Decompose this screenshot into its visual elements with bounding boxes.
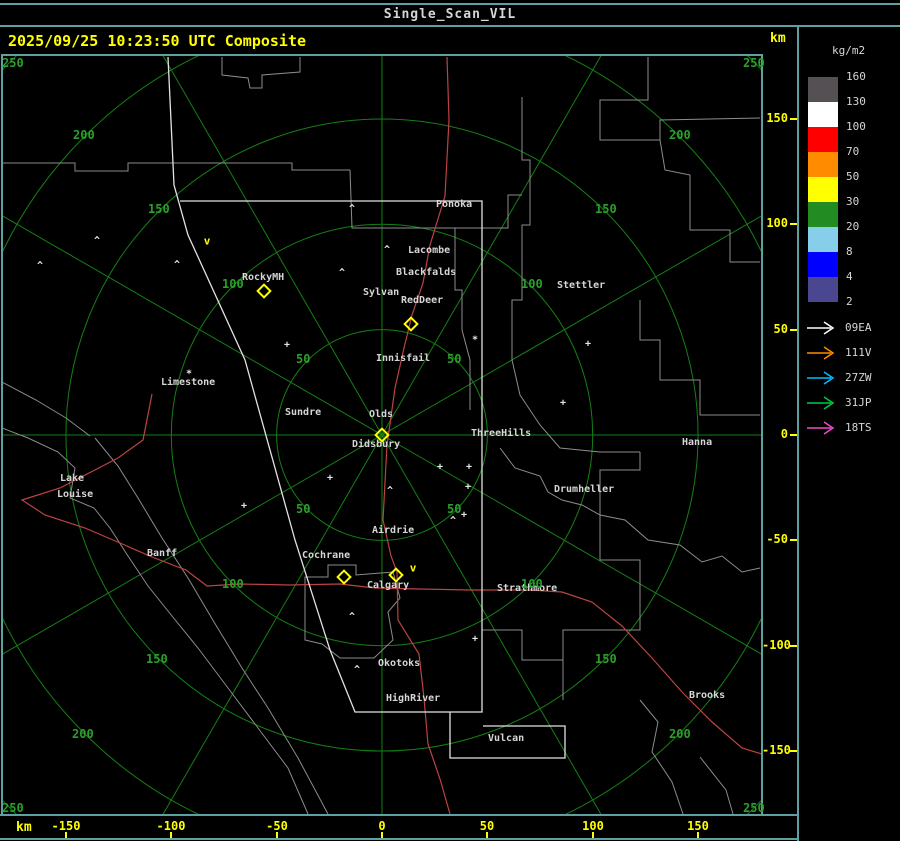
bottom-axis-tick-label: -150: [51, 819, 81, 833]
radar-coverage-boundary: [449, 712, 566, 759]
legend-value: 130: [846, 95, 866, 108]
range-ring: [3, 56, 761, 814]
right-axis-tick-label: 0: [780, 427, 788, 441]
radar-site-id: 18TS: [845, 421, 872, 434]
right-axis-tick: [790, 434, 797, 436]
bottom-axis-top-rule: [0, 814, 798, 816]
legend-swatch: [808, 152, 838, 177]
bottom-axis-tick: [276, 832, 278, 838]
legend-value: 20: [846, 220, 860, 233]
radial-line: [162, 434, 383, 814]
county-boundary-line: [221, 57, 301, 89]
radar-app-window: Single_Scan_VIL 2025/09/25 10:23:50 UTC …: [0, 0, 900, 841]
radial-line: [3, 434, 383, 655]
radar-site-id: 31JP: [845, 396, 872, 409]
legend-value: 8: [846, 245, 853, 258]
legend-swatch: [808, 177, 838, 202]
right-axis-tick: [790, 539, 797, 541]
bottom-axis-bottom-rule: [0, 838, 798, 840]
radial-line: [381, 434, 602, 814]
bottom-axis-tick-label: -50: [266, 819, 288, 833]
right-axis-tick: [790, 329, 797, 331]
county-boundary-line: [3, 427, 309, 814]
radial-line: [381, 434, 761, 655]
county-boundary-line: [659, 139, 760, 263]
radial-line: [162, 56, 383, 436]
radial-line: [381, 56, 602, 436]
bottom-axis-tick-label: 150: [687, 819, 709, 833]
right-axis-tick: [790, 750, 797, 752]
bottom-axis-tick: [170, 832, 172, 838]
right-axis-tick-label: 100: [766, 216, 788, 230]
legend-value: 160: [846, 70, 866, 83]
legend-swatch: [808, 102, 838, 127]
radar-site-arrow: [807, 321, 835, 335]
legend-value: 70: [846, 145, 860, 158]
radar-site-arrow: [807, 421, 835, 435]
county-boundary-line: [454, 228, 471, 410]
right-axis-tick: [790, 118, 797, 120]
radar-site-arrow: [807, 346, 835, 360]
bottom-axis-tick-label: 0: [378, 819, 386, 833]
county-boundary-line: [3, 381, 91, 437]
legend-value: 50: [846, 170, 860, 183]
legend-value: 30: [846, 195, 860, 208]
county-boundary-line: [639, 300, 760, 416]
legend-unit-label: kg/m2: [832, 44, 866, 57]
legend-swatch: [808, 252, 838, 277]
highway-line: [20, 393, 761, 755]
radar-site-id: 111V: [845, 346, 872, 359]
legend-value: 100: [846, 120, 866, 133]
bottom-axis-tick-label: 100: [582, 819, 604, 833]
county-boundary-line: [511, 97, 640, 453]
bottom-axis-tick: [381, 832, 383, 838]
bottom-axis-tick: [592, 832, 594, 838]
legend-swatch: [808, 127, 838, 152]
bottom-axis-tick-label: -100: [156, 819, 186, 833]
county-boundary-line: [639, 699, 684, 814]
legend-swatch: [808, 227, 838, 252]
county-boundary-line: [499, 447, 761, 573]
radar-site-id: 27ZW: [845, 371, 872, 384]
right-axis-tick-label: -150: [762, 743, 791, 757]
radial-line: [3, 215, 383, 436]
bottom-axis-tick-label: 50: [479, 819, 495, 833]
right-axis-tick-label: 150: [766, 111, 788, 125]
legend-value: 2: [846, 295, 853, 308]
radar-site-arrow: [807, 371, 835, 385]
sidebar-divider: [797, 26, 799, 841]
legend-swatch: [808, 277, 838, 302]
radar-site-id: 09EA: [845, 321, 872, 334]
right-axis-tick-label: -50: [766, 532, 788, 546]
right-axis-tick: [790, 645, 797, 647]
radar-coverage-boundary: [167, 56, 483, 713]
right-axis-tick: [790, 223, 797, 225]
radar-map-canvas[interactable]: [0, 0, 900, 841]
bottom-axis-tick: [65, 832, 67, 838]
county-boundary-line: [599, 57, 761, 141]
radar-site-arrow: [807, 396, 835, 410]
bottom-axis-tick: [486, 832, 488, 838]
bottom-axis-tick: [697, 832, 699, 838]
right-axis-tick-label: -100: [762, 638, 791, 652]
legend-swatch: [808, 202, 838, 227]
county-boundary-line: [349, 169, 522, 229]
legend-value: 4: [846, 270, 853, 283]
right-axis-tick-label: 50: [773, 322, 788, 336]
bottom-axis-unit: km: [16, 820, 32, 835]
legend-swatch: [808, 77, 838, 102]
county-boundary-line: [699, 756, 734, 814]
county-boundary-line: [482, 629, 564, 661]
